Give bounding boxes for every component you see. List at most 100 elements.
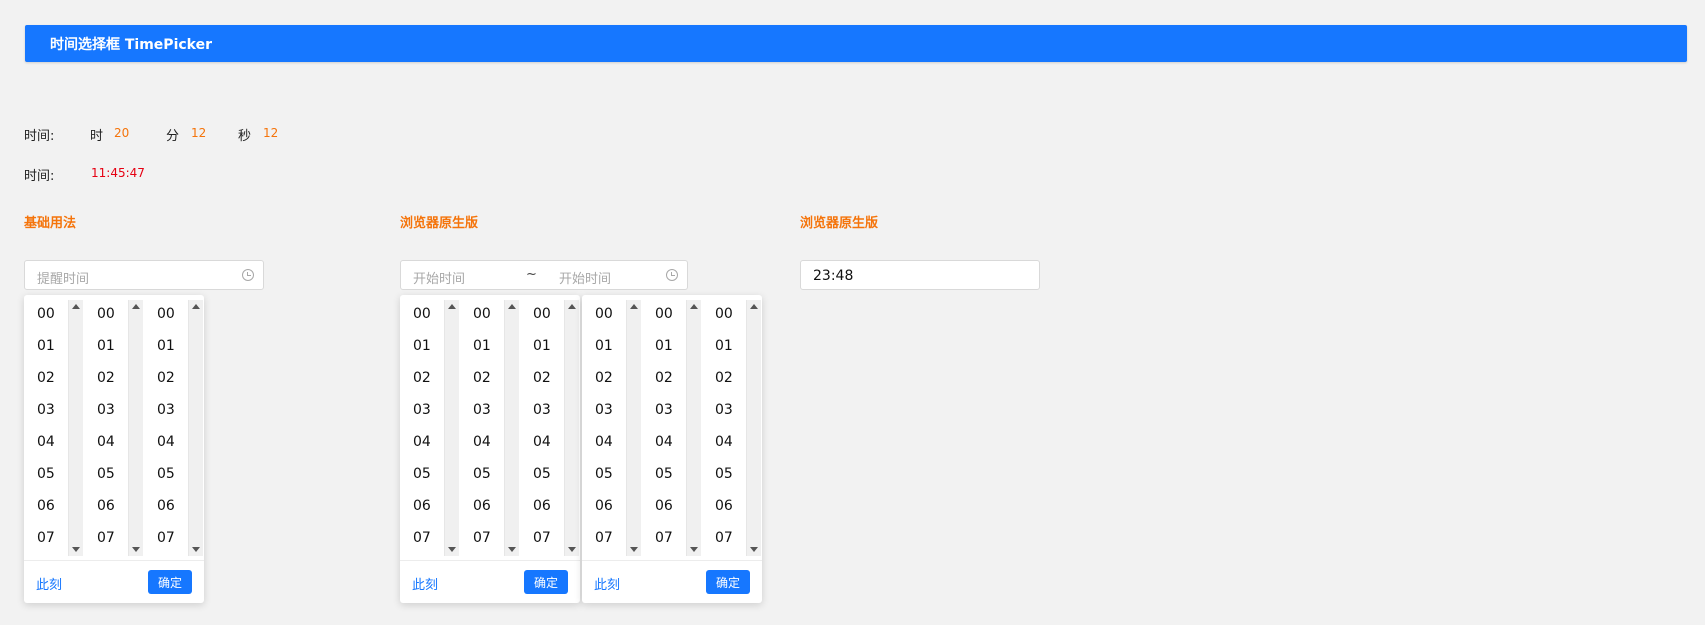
minute-option[interactable]: 01 <box>473 338 491 354</box>
hour-option[interactable]: 07 <box>37 530 55 546</box>
scroll-down-arrow-icon[interactable] <box>568 547 576 552</box>
minute-option[interactable]: 03 <box>655 402 673 418</box>
hour-option[interactable]: 01 <box>413 338 431 354</box>
minute-scrollbar[interactable] <box>504 300 519 556</box>
minute-option[interactable]: 04 <box>97 434 115 450</box>
scroll-down-arrow-icon[interactable] <box>448 547 456 552</box>
scroll-down-arrow-icon[interactable] <box>508 547 516 552</box>
minute-option[interactable]: 00 <box>97 306 115 322</box>
second-column[interactable]: 00 01 02 03 04 05 06 07 <box>144 300 204 556</box>
minute-option[interactable]: 01 <box>655 338 673 354</box>
hour-option[interactable]: 03 <box>595 402 613 418</box>
second-option[interactable]: 00 <box>533 306 551 322</box>
hour-scrollbar[interactable] <box>626 300 641 556</box>
second-option[interactable]: 00 <box>715 306 733 322</box>
now-link[interactable]: 此刻 <box>36 574 62 593</box>
second-option[interactable]: 01 <box>533 338 551 354</box>
scroll-up-arrow-icon[interactable] <box>192 304 200 309</box>
second-option[interactable]: 07 <box>533 530 551 546</box>
hour-option[interactable]: 01 <box>595 338 613 354</box>
second-scrollbar[interactable] <box>746 300 761 556</box>
minute-option[interactable]: 00 <box>473 306 491 322</box>
scroll-up-arrow-icon[interactable] <box>690 304 698 309</box>
range-time-input[interactable]: 开始时间 ~ 开始时间 <box>400 260 688 290</box>
second-scrollbar[interactable] <box>188 300 203 556</box>
minute-option[interactable]: 03 <box>473 402 491 418</box>
second-option[interactable]: 01 <box>715 338 733 354</box>
minute-option[interactable]: 05 <box>655 466 673 482</box>
scroll-up-arrow-icon[interactable] <box>448 304 456 309</box>
second-option[interactable]: 04 <box>533 434 551 450</box>
second-option[interactable]: 06 <box>533 498 551 514</box>
minute-option[interactable]: 04 <box>473 434 491 450</box>
scroll-up-arrow-icon[interactable] <box>508 304 516 309</box>
minute-column[interactable]: 00 01 02 03 04 05 06 07 <box>642 300 702 556</box>
hour-option[interactable]: 04 <box>413 434 431 450</box>
minute-column[interactable]: 00 01 02 03 04 05 06 07 <box>84 300 144 556</box>
confirm-button[interactable]: 确定 <box>524 570 568 594</box>
hour-option[interactable]: 01 <box>37 338 55 354</box>
hour-option[interactable]: 06 <box>37 498 55 514</box>
hour-option[interactable]: 05 <box>37 466 55 482</box>
second-column[interactable]: 00 01 02 03 04 05 06 07 <box>520 300 580 556</box>
minute-option[interactable]: 06 <box>97 498 115 514</box>
hour-option[interactable]: 00 <box>37 306 55 322</box>
scroll-down-arrow-icon[interactable] <box>72 547 80 552</box>
minute-option[interactable]: 05 <box>473 466 491 482</box>
hour-option[interactable]: 07 <box>413 530 431 546</box>
scroll-up-arrow-icon[interactable] <box>630 304 638 309</box>
second-option[interactable]: 03 <box>715 402 733 418</box>
minute-option[interactable]: 07 <box>655 530 673 546</box>
hour-option[interactable]: 05 <box>595 466 613 482</box>
second-option[interactable]: 07 <box>157 530 175 546</box>
hour-option[interactable]: 03 <box>37 402 55 418</box>
hour-column[interactable]: 00 01 02 03 04 05 06 07 <box>400 300 460 556</box>
minute-option[interactable]: 02 <box>97 370 115 386</box>
scroll-down-arrow-icon[interactable] <box>132 547 140 552</box>
scroll-down-arrow-icon[interactable] <box>630 547 638 552</box>
hour-option[interactable]: 06 <box>413 498 431 514</box>
minute-option[interactable]: 01 <box>97 338 115 354</box>
scroll-up-arrow-icon[interactable] <box>750 304 758 309</box>
hour-option[interactable]: 00 <box>595 306 613 322</box>
second-scrollbar[interactable] <box>564 300 579 556</box>
minute-option[interactable]: 07 <box>97 530 115 546</box>
scroll-up-arrow-icon[interactable] <box>568 304 576 309</box>
minute-scrollbar[interactable] <box>128 300 143 556</box>
second-option[interactable]: 06 <box>715 498 733 514</box>
scroll-down-arrow-icon[interactable] <box>750 547 758 552</box>
hour-option[interactable]: 02 <box>37 370 55 386</box>
second-option[interactable]: 01 <box>157 338 175 354</box>
minute-option[interactable]: 02 <box>473 370 491 386</box>
second-option[interactable]: 04 <box>157 434 175 450</box>
hour-option[interactable]: 06 <box>595 498 613 514</box>
second-option[interactable]: 05 <box>533 466 551 482</box>
now-link[interactable]: 此刻 <box>594 574 620 593</box>
hour-column[interactable]: 00 01 02 03 04 05 06 07 <box>582 300 642 556</box>
second-option[interactable]: 07 <box>715 530 733 546</box>
hour-column[interactable]: 00 01 02 03 04 05 06 07 <box>24 300 84 556</box>
second-option[interactable]: 02 <box>157 370 175 386</box>
second-option[interactable]: 04 <box>715 434 733 450</box>
confirm-button[interactable]: 确定 <box>148 570 192 594</box>
confirm-button[interactable]: 确定 <box>706 570 750 594</box>
native-time-input[interactable]: 23:48 <box>800 260 1040 290</box>
second-option[interactable]: 05 <box>715 466 733 482</box>
hour-option[interactable]: 07 <box>595 530 613 546</box>
second-option[interactable]: 05 <box>157 466 175 482</box>
hour-option[interactable]: 00 <box>413 306 431 322</box>
minute-option[interactable]: 06 <box>473 498 491 514</box>
scroll-down-arrow-icon[interactable] <box>192 547 200 552</box>
scroll-up-arrow-icon[interactable] <box>132 304 140 309</box>
minute-option[interactable]: 05 <box>97 466 115 482</box>
minute-column[interactable]: 00 01 02 03 04 05 06 07 <box>460 300 520 556</box>
minute-option[interactable]: 03 <box>97 402 115 418</box>
hour-scrollbar[interactable] <box>68 300 83 556</box>
scroll-up-arrow-icon[interactable] <box>72 304 80 309</box>
hour-option[interactable]: 02 <box>595 370 613 386</box>
hour-option[interactable]: 04 <box>595 434 613 450</box>
hour-scrollbar[interactable] <box>444 300 459 556</box>
minute-option[interactable]: 02 <box>655 370 673 386</box>
minute-option[interactable]: 06 <box>655 498 673 514</box>
second-option[interactable]: 02 <box>533 370 551 386</box>
